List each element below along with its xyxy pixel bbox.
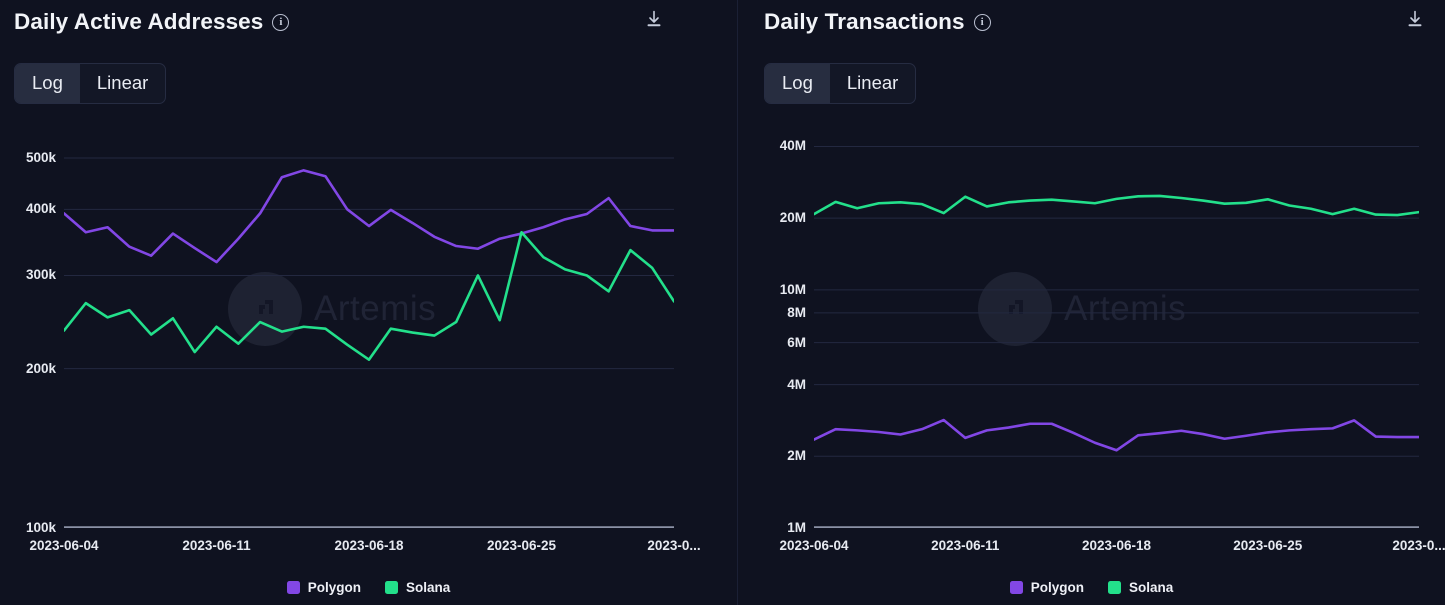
- y-axis-tick-label: 400k: [25, 201, 56, 217]
- panel-header: Daily Transactions i: [764, 0, 1445, 44]
- toggle-option-log[interactable]: Log: [15, 64, 80, 103]
- toggle-option-linear[interactable]: Linear: [80, 64, 165, 103]
- info-icon[interactable]: i: [973, 13, 991, 31]
- chart-daily-active-addresses: [64, 132, 674, 528]
- toggle-option-log[interactable]: Log: [765, 64, 830, 103]
- x-axis-tick-label: 2023-06-25: [1233, 538, 1303, 553]
- legend-label-solana: Solana: [1128, 580, 1174, 595]
- legend-swatch-polygon: [1009, 581, 1023, 594]
- x-axis-tick-label: 2023-06-11: [182, 538, 251, 553]
- legend-addresses: Polygon Solana: [0, 580, 737, 595]
- x-axis-tick-label: 2023-06-11: [931, 538, 1000, 553]
- legend-swatch-polygon: [286, 581, 300, 594]
- legend-item-polygon[interactable]: Polygon: [1009, 580, 1084, 595]
- page-title: Daily Transactions: [764, 8, 965, 34]
- download-icon[interactable]: [641, 6, 667, 32]
- y-axis-tick-label: 20M: [779, 210, 806, 226]
- y-axis-tick-label: 10M: [779, 281, 806, 297]
- y-axis-tick-label: 4M: [787, 376, 806, 392]
- download-icon[interactable]: [1402, 6, 1428, 32]
- panel-daily-active-addresses: Daily Active Addresses i Log Linear Arte…: [0, 0, 737, 605]
- scale-toggle-addresses[interactable]: Log Linear: [14, 63, 167, 104]
- y-axis-tick-label: 500k: [25, 150, 56, 166]
- toggle-option-linear[interactable]: Linear: [830, 64, 915, 103]
- legend-item-polygon[interactable]: Polygon: [286, 580, 361, 595]
- x-axis-tick-label: 2023-0...: [647, 538, 701, 553]
- x-axis-tick-label: 2023-06-04: [29, 538, 99, 553]
- x-axis-tick-label: 2023-06-18: [1081, 538, 1152, 553]
- x-axis-tick-label: 2023-06-18: [334, 538, 404, 553]
- y-axis-tick-label: 2M: [787, 448, 806, 464]
- scale-toggle-transactions[interactable]: Log Linear: [764, 63, 917, 104]
- page-title: Daily Active Addresses: [14, 8, 264, 34]
- chart-daily-transactions: [814, 132, 1419, 528]
- y-axis-tick-label: 300k: [25, 267, 56, 283]
- info-icon[interactable]: i: [272, 13, 290, 31]
- y-axis-tick-label: 100k: [25, 520, 56, 535]
- legend-swatch-solana: [1107, 581, 1121, 594]
- legend-item-solana[interactable]: Solana: [384, 580, 451, 595]
- legend-item-solana[interactable]: Solana: [1107, 580, 1174, 595]
- legend-label-solana: Solana: [405, 580, 451, 595]
- y-axis-tick-label: 200k: [25, 360, 56, 376]
- y-axis-tick-label: 1M: [787, 520, 806, 535]
- charts-board: Daily Active Addresses i Log Linear Arte…: [0, 0, 1445, 605]
- legend-transactions: Polygon Solana: [738, 580, 1445, 595]
- legend-label-polygon: Polygon: [1030, 580, 1084, 595]
- panel-header: Daily Active Addresses i: [14, 0, 737, 44]
- x-axis-tick-label: 2023-06-04: [779, 538, 849, 553]
- panel-daily-transactions: Daily Transactions i Log Linear Artemis …: [737, 0, 1445, 605]
- x-axis-tick-label: 2023-0...: [1392, 538, 1445, 553]
- y-axis-tick-label: 6M: [787, 334, 806, 350]
- y-axis-tick-label: 40M: [779, 138, 806, 154]
- legend-label-polygon: Polygon: [307, 580, 361, 595]
- x-axis-tick-label: 2023-06-25: [486, 538, 557, 553]
- legend-swatch-solana: [384, 581, 398, 594]
- y-axis-tick-label: 8M: [787, 304, 806, 320]
